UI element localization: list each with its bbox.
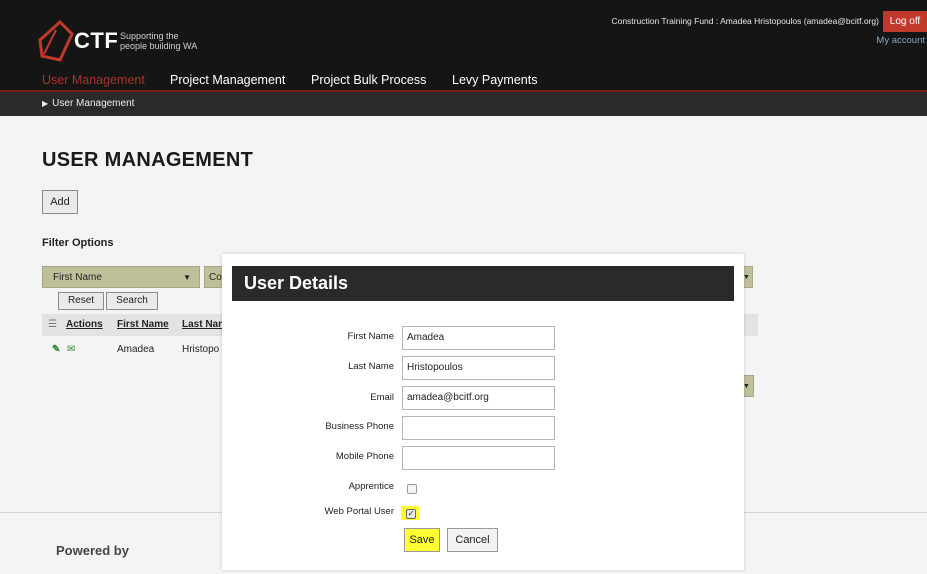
user-details-dialog: User Details First Name Amadea Last Name… (222, 254, 744, 570)
apprentice-checkbox[interactable] (407, 484, 417, 494)
cancel-button[interactable]: Cancel (447, 528, 498, 552)
row-last-name: Hristopo (182, 344, 220, 355)
email-label: Email (370, 392, 394, 403)
business-phone-label: Business Phone (325, 421, 394, 432)
page-title: USER MANAGEMENT (42, 149, 254, 171)
reset-button[interactable]: Reset (58, 292, 104, 310)
dialog-title: User Details (244, 273, 349, 293)
first-name-field[interactable]: Amadea (402, 326, 555, 350)
filter-field-select[interactable]: First Name ▼ (42, 266, 200, 288)
edit-pencil-icon[interactable]: ✎ (52, 344, 60, 355)
add-button[interactable]: Add (42, 190, 78, 214)
last-name-label: Last Name (348, 361, 394, 372)
mobile-phone-label: Mobile Phone (335, 451, 394, 462)
nav-levy-payments[interactable]: Levy Payments (452, 73, 537, 87)
user-info: Construction Training Fund : Amadea Hris… (611, 16, 879, 26)
filter-options-title: Filter Options (42, 237, 114, 249)
nav-user-management[interactable]: User Management (42, 73, 145, 87)
filter-operator-value: Co (209, 272, 222, 283)
triangle-right-icon: ▶ (42, 99, 49, 108)
app-header: CTF Supporting the people building WA Co… (0, 0, 927, 116)
logo-tagline: Supporting the people building WA (120, 31, 197, 51)
breadcrumb-current[interactable]: User Management (52, 98, 134, 109)
filter-field-value: First Name (53, 272, 102, 283)
nav-project-management[interactable]: Project Management (170, 73, 285, 87)
dialog-header: User Details (232, 266, 734, 301)
ctf-logo-mark-icon (38, 20, 74, 62)
powered-by: Powered by (56, 543, 129, 558)
mobile-phone-field[interactable] (402, 446, 555, 470)
business-phone-field[interactable] (402, 416, 555, 440)
logo-tagline-line2: people building WA (120, 41, 198, 51)
last-name-field[interactable]: Hristopoulos (402, 356, 555, 380)
chevron-down-icon: ▼ (183, 273, 191, 282)
column-actions[interactable]: Actions (66, 319, 103, 330)
save-button[interactable]: Save (404, 528, 440, 552)
email-field[interactable]: amadea@bcitf.org (402, 386, 555, 410)
main-nav: User Management Project Management Proje… (0, 73, 927, 91)
column-last-name[interactable]: Last Nar (182, 319, 222, 330)
ctf-logo[interactable]: CTF Supporting the people building WA (38, 20, 238, 64)
menu-icon[interactable]: ☰ (48, 319, 57, 330)
first-name-label: First Name (347, 331, 394, 342)
web-portal-user-label: Web Portal User (324, 506, 394, 517)
my-account-link[interactable]: My account (876, 35, 925, 46)
apprentice-label: Apprentice (348, 481, 394, 492)
mail-icon[interactable]: ✉ (67, 344, 75, 355)
web-portal-user-checkbox[interactable]: ✓ (406, 509, 416, 519)
column-first-name[interactable]: First Name (117, 319, 169, 330)
row-first-name: Amadea (117, 344, 155, 355)
logo-tagline-line1: Supporting the (120, 31, 179, 41)
logo-text: CTF (74, 28, 119, 53)
nav-project-bulk-process[interactable]: Project Bulk Process (311, 73, 426, 87)
logoff-button[interactable]: Log off (883, 11, 927, 32)
search-button[interactable]: Search (106, 292, 158, 310)
breadcrumb: ▶ User Management (0, 92, 927, 116)
